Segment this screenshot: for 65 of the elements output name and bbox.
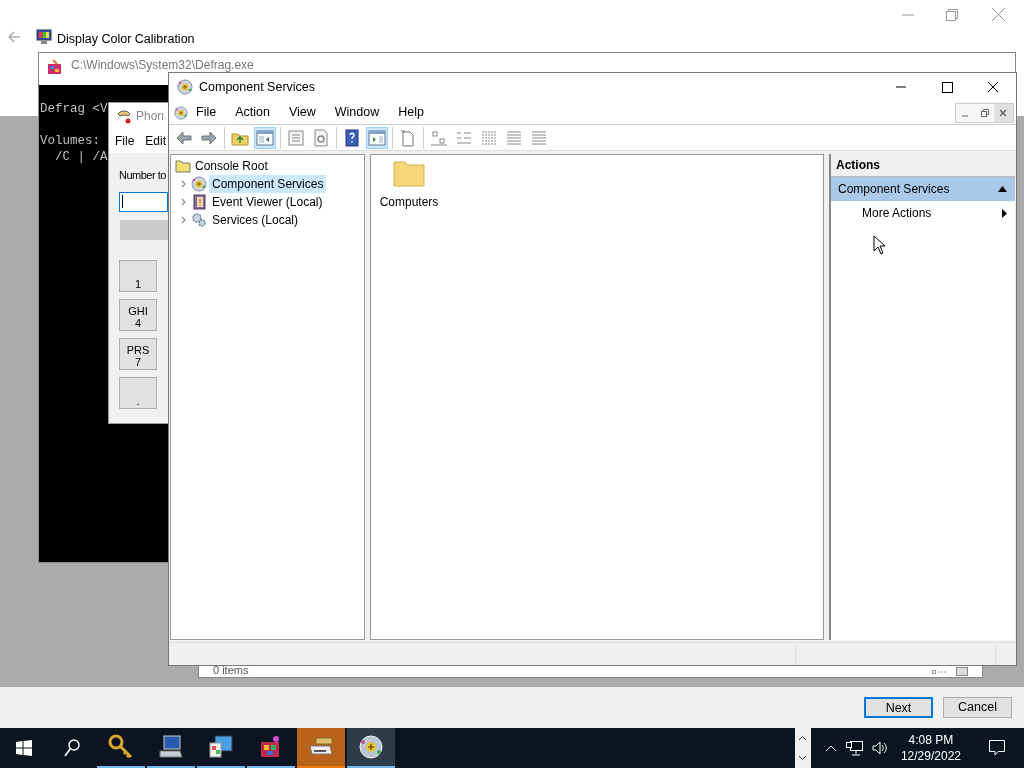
computer-icon[interactable] [158, 734, 184, 760]
monitor-icon [36, 29, 52, 45]
chevron-up-icon[interactable] [824, 744, 837, 752]
console-line: Defrag <V [40, 101, 108, 117]
menu-item[interactable]: View [288, 103, 316, 122]
window-title: C:\Windows\System32\Defrag.exe [71, 59, 254, 72]
menu-item[interactable]: Edit [145, 132, 167, 150]
menu-item[interactable]: File [196, 103, 217, 122]
collapse-arrow-icon [998, 186, 1007, 192]
dial-key[interactable]: . [119, 376, 157, 409]
gear-ball-icon [177, 79, 193, 95]
dial-key[interactable]: GHI 4 [119, 298, 157, 331]
windows-logo-icon [16, 740, 32, 756]
action-item[interactable]: More Actions [831, 201, 1015, 225]
close-icon[interactable] [994, 103, 1013, 122]
dial-key[interactable]: 1 [119, 259, 157, 292]
window-title: Display Color Calibration [57, 31, 195, 48]
dial-key[interactable]: PRS 7 [119, 337, 157, 370]
status-text: 0 items [213, 665, 249, 676]
taskbar-app[interactable] [347, 728, 395, 768]
menu-item[interactable]: Window [334, 103, 380, 122]
gears-icon [191, 212, 207, 228]
scroll-down-icon[interactable] [798, 755, 808, 761]
display-icon[interactable] [208, 734, 234, 760]
window-title: Phon [136, 108, 165, 125]
phone-hand-icon [116, 108, 132, 124]
restore-icon[interactable] [946, 9, 958, 21]
folder-icon [175, 159, 191, 173]
item-label[interactable]: Computers [379, 193, 439, 211]
gear-ball-icon[interactable] [358, 734, 384, 760]
clock[interactable]: 4:08 PM 12/29/2022 [896, 732, 965, 764]
details-view-icon[interactable] [932, 668, 946, 676]
key-icon[interactable] [108, 734, 134, 760]
chevron-icon[interactable] [180, 180, 188, 188]
next-button[interactable]: Next [864, 697, 933, 718]
mouse-pointer-icon [873, 235, 886, 255]
speaker-icon[interactable] [871, 741, 888, 755]
network-icon[interactable] [845, 740, 863, 756]
log-book-icon [191, 194, 207, 210]
cancel-button[interactable]: Cancel [943, 697, 1012, 718]
menu-item[interactable]: Help [398, 103, 424, 122]
gear-ball-icon [174, 105, 188, 120]
search-icon [64, 739, 80, 757]
defrag-icon [47, 59, 63, 75]
action-group-header[interactable]: Component Services [831, 177, 1015, 201]
menu-item[interactable]: File [115, 132, 135, 150]
tiles-view-icon[interactable] [956, 667, 968, 676]
tree-item[interactable]: Console Root [194, 157, 269, 175]
window-title: Component Services [199, 78, 316, 96]
tree-item[interactable]: Event Viewer (Local) [209, 193, 326, 211]
number-field[interactable] [119, 191, 168, 212]
scroll-up-icon[interactable] [798, 735, 808, 741]
tree-item[interactable]: Component Services [209, 175, 327, 193]
pane-header: Actions [836, 157, 880, 174]
close-icon[interactable] [992, 8, 1005, 21]
back-arrow-icon[interactable] [7, 30, 21, 44]
chevron-icon[interactable] [180, 198, 188, 206]
notification-icon[interactable] [989, 740, 1005, 756]
console-line: /C | /A [54, 149, 108, 165]
tree-item[interactable]: Services (Local) [209, 211, 302, 229]
gear-ball-icon [191, 176, 207, 192]
console-line: Volumes: [40, 133, 100, 149]
menu-item[interactable]: Action [235, 103, 270, 122]
chevron-icon[interactable] [180, 216, 188, 224]
field-label: Number to [119, 168, 167, 183]
